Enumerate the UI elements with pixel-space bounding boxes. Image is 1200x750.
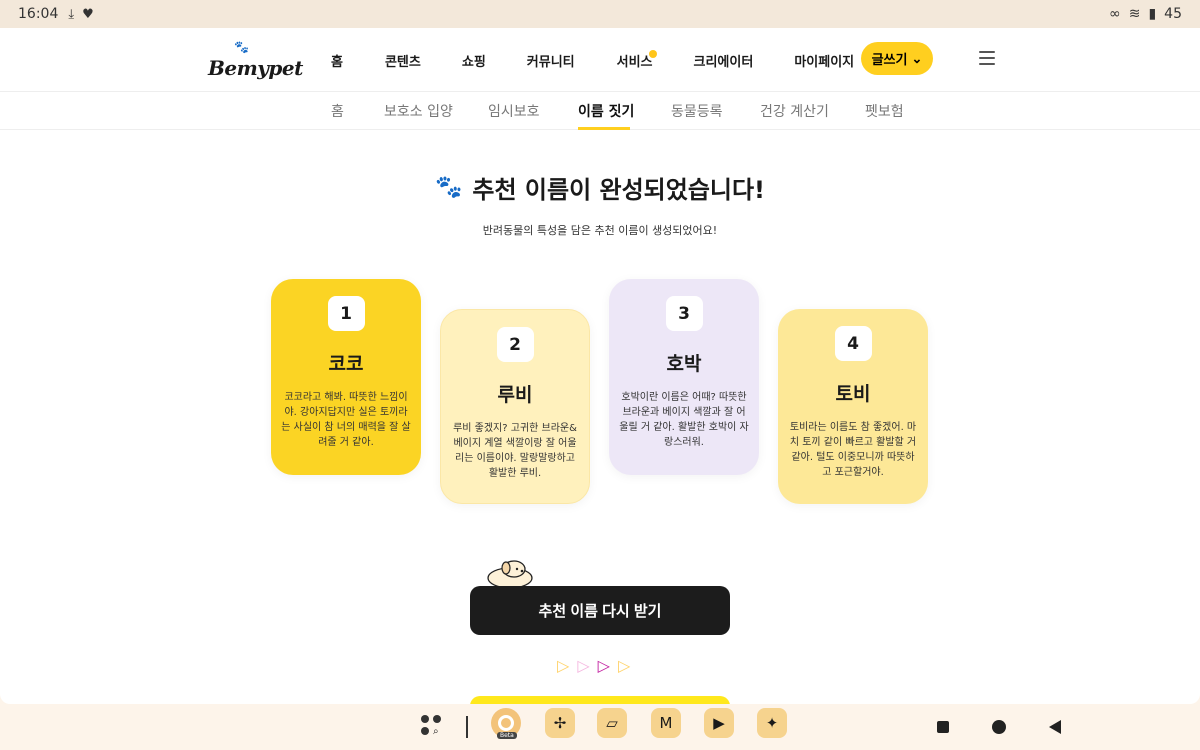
subnav-foster[interactable]: 임시보호 — [488, 101, 540, 121]
download-done-icon: ⤓ — [68, 6, 75, 22]
card-description: 토비라는 이름도 참 좋겠어. 마치 토끼 같이 빠르고 활발할 거 같아. 털… — [789, 422, 917, 478]
sub-nav: 홈 보호소 입양 임시보호 이름 짓기 동물등록 건강 계산기 펫보험 — [0, 92, 1200, 130]
card-description: 코코라고 해봐. 따뜻한 느낌이야. 강아지답지만 실은 토끼라는 사실이 참 … — [281, 392, 411, 448]
bemypet-logo[interactable]: 🐾 Bemypet — [208, 38, 303, 82]
battery-icon: ▮ — [1148, 6, 1157, 22]
play-arrow-icon: ▷ — [577, 656, 590, 675]
sparkle-icon[interactable]: ✦ — [757, 708, 787, 738]
nav-creator[interactable]: 크리에이터 — [694, 51, 754, 70]
subnav-naming[interactable]: 이름 짓기 — [578, 101, 634, 121]
app-drawer-icon[interactable]: ⌕ — [421, 715, 443, 737]
play-arrow-icon: ▷ — [557, 656, 570, 675]
search-icon: ⌕ — [433, 726, 439, 737]
subnav-shelter-adoption[interactable]: 보호소 입양 — [384, 101, 453, 121]
card-number: 3 — [665, 296, 703, 331]
name-card-2[interactable]: 2 루비 루비 좋겠지? 고귀한 브라운& 베이지 계열 색깔이랑 잘 어울리는… — [440, 309, 590, 504]
recents-button[interactable] — [937, 721, 949, 733]
paw-logo-icon: 🐾 — [234, 40, 249, 54]
subnav-home[interactable]: 홈 — [331, 101, 344, 121]
status-bar: 16:04 ⤓ ♥ ∞ ≋ ▮ 45 — [0, 0, 1200, 28]
write-button[interactable]: 글쓰기 ⌄ — [861, 42, 933, 75]
status-right: ∞ ≋ ▮ 45 — [1109, 6, 1182, 22]
nav-shopping[interactable]: 쇼핑 — [462, 51, 486, 70]
vpn-heart-icon: ♥ — [82, 6, 94, 22]
pinwheel-icon[interactable]: ✢ — [545, 708, 575, 738]
menu-icon[interactable] — [979, 51, 995, 65]
battery-level: 45 — [1164, 6, 1182, 22]
back-button[interactable] — [1049, 720, 1061, 734]
chevron-down-icon: ⌄ — [911, 50, 923, 66]
page-indicator-arrows: ▷ ▷ ▷ ▷ — [557, 656, 630, 675]
logo-text: Bemypet — [208, 56, 303, 80]
gmail-icon[interactable]: M — [651, 708, 681, 738]
write-button-label: 글쓰기 — [871, 52, 908, 67]
taskbar: ⌕ Beta ✢ ▱ M ▶ ✦ — [0, 704, 1200, 750]
card-number: 4 — [834, 326, 872, 361]
card-name: 루비 — [497, 384, 533, 406]
home-button[interactable] — [992, 720, 1006, 734]
paw-icon: 🐾 — [434, 175, 463, 200]
subnav-registration[interactable]: 동물등록 — [671, 101, 723, 121]
link-icon: ∞ — [1109, 6, 1121, 22]
play-arrow-icon: ▷ — [597, 656, 610, 675]
next-section-button[interactable] — [470, 696, 730, 704]
regenerate-names-button[interactable]: 추천 이름 다시 받기 — [470, 586, 730, 635]
nav-home[interactable]: 홈 — [331, 51, 343, 70]
wifi-icon: ≋ — [1128, 6, 1141, 22]
card-name: 코코 — [328, 353, 364, 375]
subnav-pet-insurance[interactable]: 펫보험 — [865, 101, 904, 121]
card-name: 토비 — [835, 383, 871, 405]
nav-mypage[interactable]: 마이페이지 — [794, 51, 854, 70]
name-card-4[interactable]: 4 토비 토비라는 이름도 참 좋겠어. 마치 토끼 같이 빠르고 활발할 거 … — [778, 309, 928, 504]
active-tab-indicator — [578, 127, 630, 130]
photos-icon[interactable]: ▱ — [597, 708, 627, 738]
main-nav: 홈 콘텐츠 쇼핑 커뮤니티 서비스 크리에이터 마이페이지 — [314, 28, 854, 92]
name-card-3[interactable]: 3 호박 호박이란 이름은 어때? 따뜻한 브라운과 베이지 색깔과 잘 어울릴… — [609, 279, 759, 475]
nav-contents[interactable]: 콘텐츠 — [385, 51, 421, 70]
result-title-row: 🐾 추천 이름이 완성되었습니다! — [0, 170, 1200, 205]
card-description: 호박이란 이름은 어때? 따뜻한 브라운과 베이지 색깔과 잘 어울릴 거 같아… — [619, 392, 749, 448]
card-description: 루비 좋겠지? 고귀한 브라운& 베이지 계열 색깔이랑 잘 어울리는 이름이야… — [453, 423, 577, 479]
beta-badge: Beta — [497, 732, 517, 739]
page-subtitle: 반려동물의 특성을 담은 추천 이름이 생성되었어요! — [482, 224, 718, 237]
youtube-icon[interactable]: ▶ — [704, 708, 734, 738]
nav-community[interactable]: 커뮤니티 — [527, 51, 575, 70]
name-card-1[interactable]: 1 코코 코코라고 해봐. 따뜻한 느낌이야. 강아지답지만 실은 토끼라는 사… — [271, 279, 421, 475]
play-arrow-icon: ▷ — [617, 656, 631, 675]
card-number: 1 — [327, 296, 365, 331]
web-page: 🐾 Bemypet 홈 콘텐츠 쇼핑 커뮤니티 서비스 크리에이터 마이페이지 … — [0, 28, 1200, 704]
taskbar-divider — [466, 716, 468, 738]
subnav-health-calculator[interactable]: 건강 계산기 — [760, 101, 829, 121]
card-number: 2 — [496, 327, 534, 362]
card-name: 호박 — [666, 353, 702, 375]
nav-service[interactable]: 서비스 — [617, 49, 657, 70]
page-title: 추천 이름이 완성되었습니다! — [472, 176, 766, 204]
status-time: 16:04 — [18, 6, 59, 22]
site-header: 🐾 Bemypet 홈 콘텐츠 쇼핑 커뮤니티 서비스 크리에이터 마이페이지 … — [0, 28, 1200, 92]
